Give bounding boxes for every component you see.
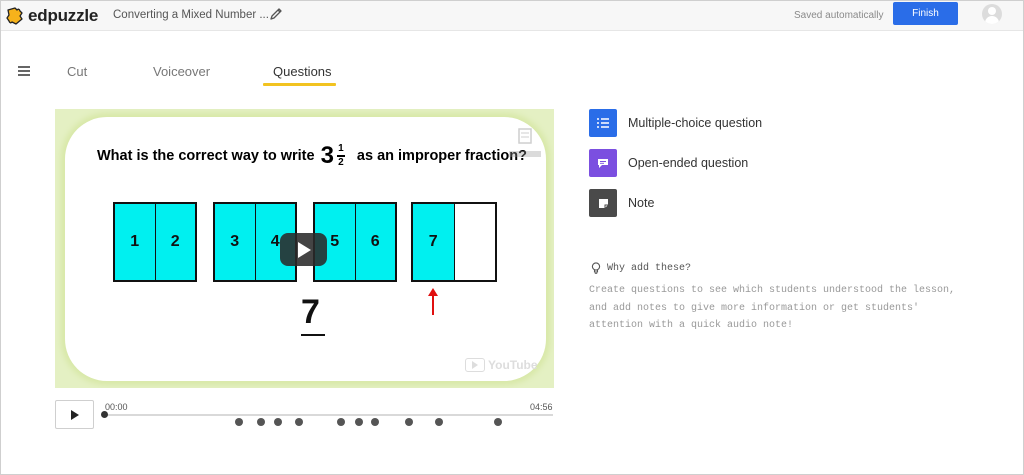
tab-cut[interactable]: Cut — [67, 64, 87, 79]
menu-icon[interactable] — [18, 66, 30, 76]
box-cell: 3 — [215, 204, 255, 280]
why-add-title: Why add these? — [607, 262, 692, 274]
question-marker[interactable] — [405, 418, 413, 426]
fraction-numerator: 1 — [338, 143, 344, 155]
option-label: Open-ended question — [628, 156, 749, 170]
logo[interactable]: edpuzzle — [6, 6, 98, 26]
duration: 04:56 — [530, 402, 553, 412]
fraction-box: 1 2 — [113, 202, 197, 282]
youtube-label: YouTube — [488, 358, 538, 372]
box-cell: 7 — [413, 204, 454, 280]
logo-text: edpuzzle — [28, 6, 99, 25]
option-open-ended[interactable]: Open-ended question — [589, 149, 748, 177]
timeline-scrubber[interactable] — [101, 411, 108, 418]
youtube-logo[interactable]: YouTube — [465, 358, 538, 372]
why-add-heading: Why add these? — [591, 262, 691, 274]
slide-question-text: What is the correct way to write — [97, 148, 315, 164]
comment-icon — [589, 149, 617, 177]
question-marker[interactable] — [355, 418, 363, 426]
lightbulb-icon — [591, 262, 601, 274]
timeline-track[interactable] — [104, 414, 553, 416]
video-player[interactable]: What is the correct way to write 3 1 2 a… — [55, 109, 554, 388]
watermark-icon — [505, 127, 545, 161]
tab-voiceover[interactable]: Voiceover — [153, 64, 210, 79]
option-multiple-choice[interactable]: Multiple-choice question — [589, 109, 762, 137]
option-label: Note — [628, 196, 655, 210]
mixed-whole: 3 — [320, 142, 334, 169]
box-cell: 6 — [354, 204, 395, 280]
slide-question: What is the correct way to write 3 1 2 a… — [97, 142, 527, 170]
question-marker[interactable] — [435, 418, 443, 426]
question-marker[interactable] — [337, 418, 345, 426]
puzzle-logo-icon — [6, 6, 24, 26]
video-play-overlay-button[interactable] — [280, 233, 327, 266]
fraction-denominator: 2 — [338, 156, 344, 168]
question-marker[interactable] — [295, 418, 303, 426]
list-icon — [589, 109, 617, 137]
fraction-box: 7 — [411, 202, 497, 282]
mixed-number: 3 1 2 — [321, 142, 345, 170]
question-marker[interactable] — [274, 418, 282, 426]
red-arrow-icon — [427, 288, 439, 315]
box-cell: 2 — [154, 204, 195, 280]
why-add-description: Create questions to see which students u… — [589, 285, 956, 331]
option-label: Multiple-choice question — [628, 116, 763, 130]
fraction-line — [301, 334, 325, 336]
current-time: 00:00 — [105, 402, 128, 412]
question-marker[interactable] — [257, 418, 265, 426]
user-avatar[interactable] — [982, 4, 1002, 24]
question-marker[interactable] — [235, 418, 243, 426]
question-marker[interactable] — [371, 418, 379, 426]
option-note[interactable]: Note — [589, 189, 654, 217]
finish-button[interactable]: Finish — [893, 2, 958, 25]
tab-questions[interactable]: Questions — [273, 64, 332, 79]
slide-question-suffix: as an improper fraction? — [356, 148, 527, 164]
note-icon — [589, 189, 617, 217]
saved-status: Saved automatically — [794, 10, 884, 21]
box-cell-empty — [453, 204, 495, 280]
edit-title-icon[interactable] — [269, 7, 283, 21]
question-marker[interactable] — [494, 418, 502, 426]
box-cell: 1 — [115, 204, 155, 280]
mixed-fraction: 1 2 — [336, 143, 345, 168]
lesson-title[interactable]: Converting a Mixed Number ... — [113, 9, 269, 21]
active-tab-indicator — [263, 83, 336, 86]
top-bar: edpuzzle Converting a Mixed Number ... S… — [1, 1, 1023, 31]
youtube-icon — [465, 358, 485, 372]
play-button[interactable] — [55, 400, 94, 429]
answer-numerator: 7 — [301, 293, 320, 331]
